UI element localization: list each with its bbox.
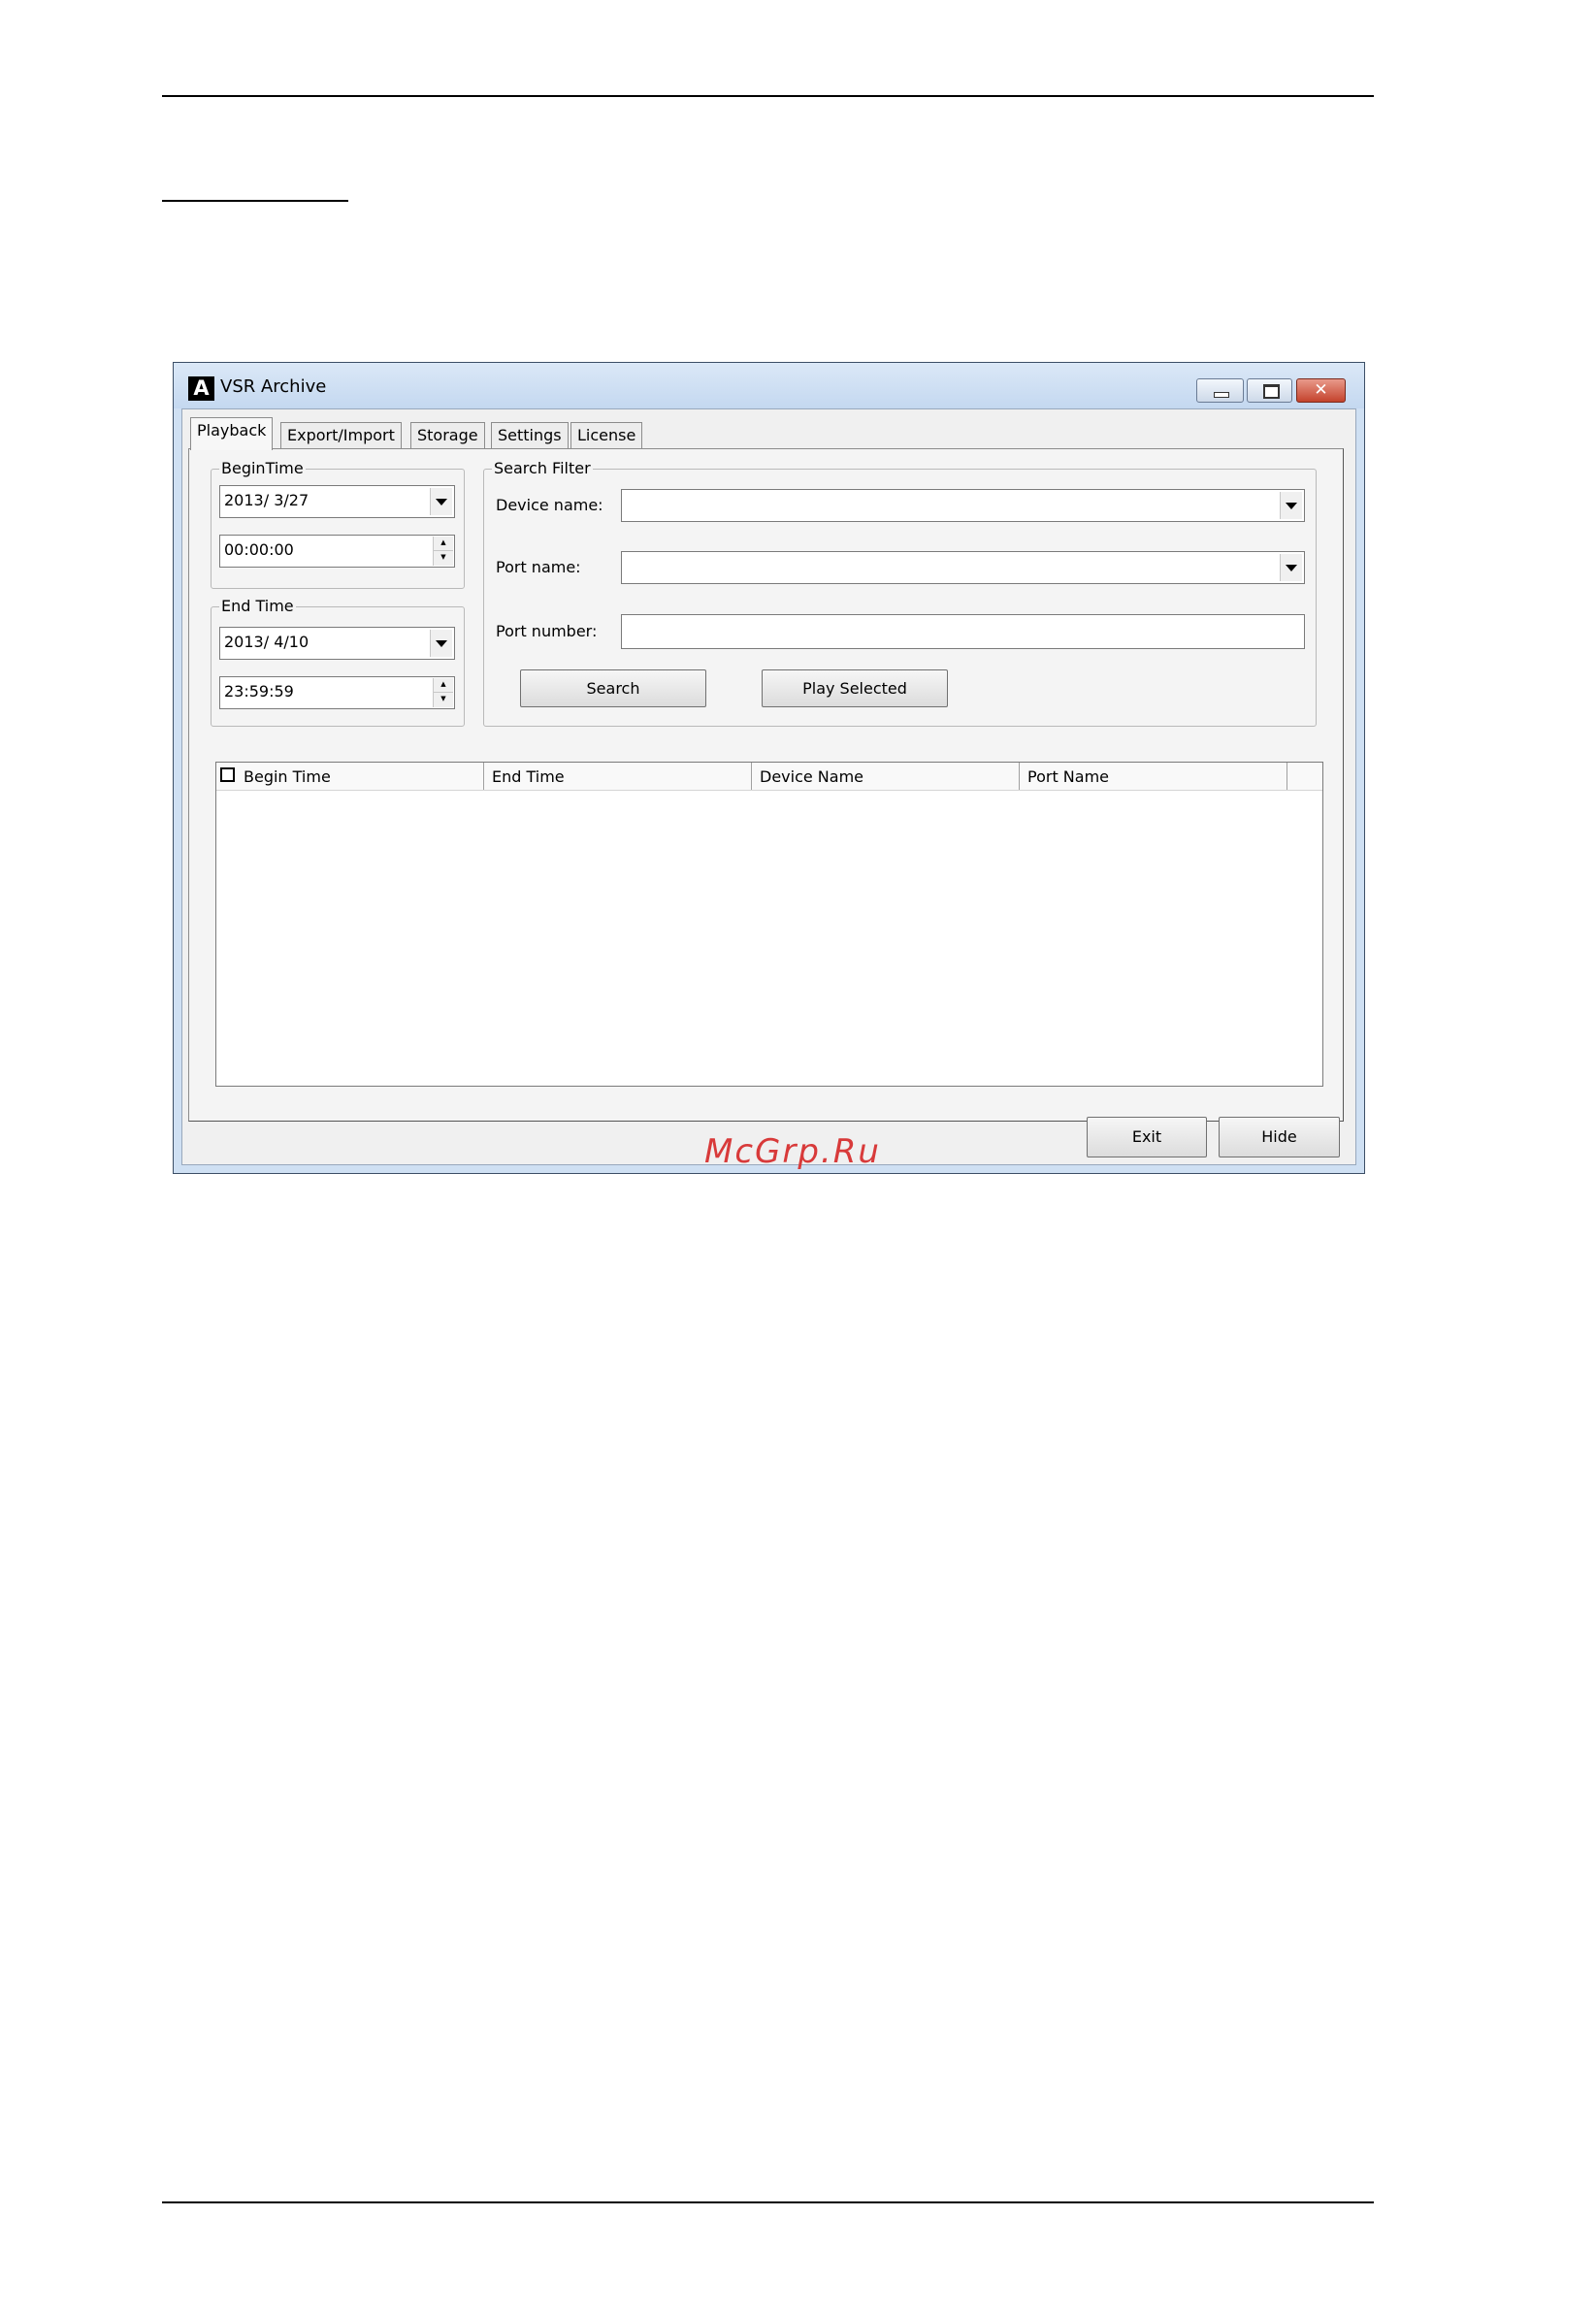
- spin-up-icon[interactable]: ▲: [434, 678, 453, 693]
- column-label-begin-time: Begin Time: [244, 767, 331, 786]
- watermark: McGrp.Ru: [704, 1132, 881, 1171]
- close-button[interactable]: ✕: [1296, 378, 1346, 403]
- chevron-down-icon[interactable]: [430, 488, 452, 515]
- column-header-device-name[interactable]: Device Name: [752, 763, 1020, 790]
- device-name-combo[interactable]: [621, 489, 1305, 522]
- port-number-label: Port number:: [496, 622, 598, 640]
- begin-date-value: 2013/ 3/27: [224, 491, 309, 509]
- end-date-picker[interactable]: 2013/ 4/10: [219, 627, 455, 660]
- end-date-value: 2013/ 4/10: [224, 633, 309, 651]
- tab-license[interactable]: License: [570, 422, 643, 449]
- maximize-icon: [1263, 384, 1280, 399]
- spin-down-icon[interactable]: ▼: [434, 551, 453, 566]
- spin-up-icon[interactable]: ▲: [434, 537, 453, 551]
- chevron-down-icon[interactable]: [1280, 554, 1302, 581]
- minimize-button[interactable]: [1196, 378, 1244, 403]
- begin-time-spinner[interactable]: 00:00:00 ▲ ▼: [219, 535, 455, 568]
- search-filter-group: Search Filter Device name: Port name: Po…: [483, 459, 1317, 727]
- tab-settings[interactable]: Settings: [491, 422, 569, 449]
- begin-time-group-label: BeginTime: [219, 459, 306, 477]
- port-number-field[interactable]: [621, 614, 1305, 649]
- column-header-end-time[interactable]: End Time: [484, 763, 752, 790]
- begin-date-picker[interactable]: 2013/ 3/27: [219, 485, 455, 518]
- begin-time-value: 00:00:00: [224, 540, 294, 559]
- column-header-begin-time[interactable]: Begin Time: [216, 763, 484, 790]
- end-time-group: End Time 2013/ 4/10 23:59:59 ▲ ▼: [211, 597, 465, 727]
- page-bottom-rule: [162, 2201, 1374, 2203]
- end-time-value: 23:59:59: [224, 682, 294, 701]
- end-time-spinner[interactable]: 23:59:59 ▲ ▼: [219, 676, 455, 709]
- section-heading-underline: [162, 200, 348, 202]
- tab-storage[interactable]: Storage: [410, 422, 485, 449]
- exit-button[interactable]: Exit: [1087, 1117, 1207, 1157]
- app-logo-icon: A: [188, 376, 214, 401]
- begin-time-group: BeginTime 2013/ 3/27 00:00:00 ▲ ▼: [211, 459, 465, 589]
- search-filter-group-label: Search Filter: [492, 459, 593, 477]
- search-button[interactable]: Search: [520, 669, 706, 707]
- port-name-label: Port name:: [496, 558, 581, 576]
- select-all-checkbox[interactable]: [220, 767, 235, 782]
- device-name-label: Device name:: [496, 496, 603, 514]
- maximize-button[interactable]: [1247, 378, 1292, 403]
- port-name-combo[interactable]: [621, 551, 1305, 584]
- play-selected-button[interactable]: Play Selected: [762, 669, 948, 707]
- spin-down-icon[interactable]: ▼: [434, 693, 453, 707]
- column-header-port-name[interactable]: Port Name: [1020, 763, 1287, 790]
- close-icon: ✕: [1314, 380, 1328, 400]
- hide-button[interactable]: Hide: [1219, 1117, 1340, 1157]
- title-bar[interactable]: A VSR Archive ✕: [174, 363, 1364, 408]
- results-list-header: Begin Time End Time Device Name Port Nam…: [216, 763, 1322, 791]
- window-title: VSR Archive: [220, 376, 327, 397]
- tab-export-import[interactable]: Export/Import: [280, 422, 402, 449]
- end-time-group-label: End Time: [219, 597, 296, 615]
- spin-buttons[interactable]: ▲ ▼: [433, 678, 453, 707]
- spin-buttons[interactable]: ▲ ▼: [433, 537, 453, 566]
- chevron-down-icon[interactable]: [430, 630, 452, 657]
- results-list[interactable]: Begin Time End Time Device Name Port Nam…: [215, 762, 1323, 1087]
- minimize-icon: [1214, 392, 1229, 398]
- tab-playback[interactable]: Playback: [190, 417, 274, 450]
- page-top-rule: [162, 95, 1374, 97]
- chevron-down-icon[interactable]: [1280, 492, 1302, 519]
